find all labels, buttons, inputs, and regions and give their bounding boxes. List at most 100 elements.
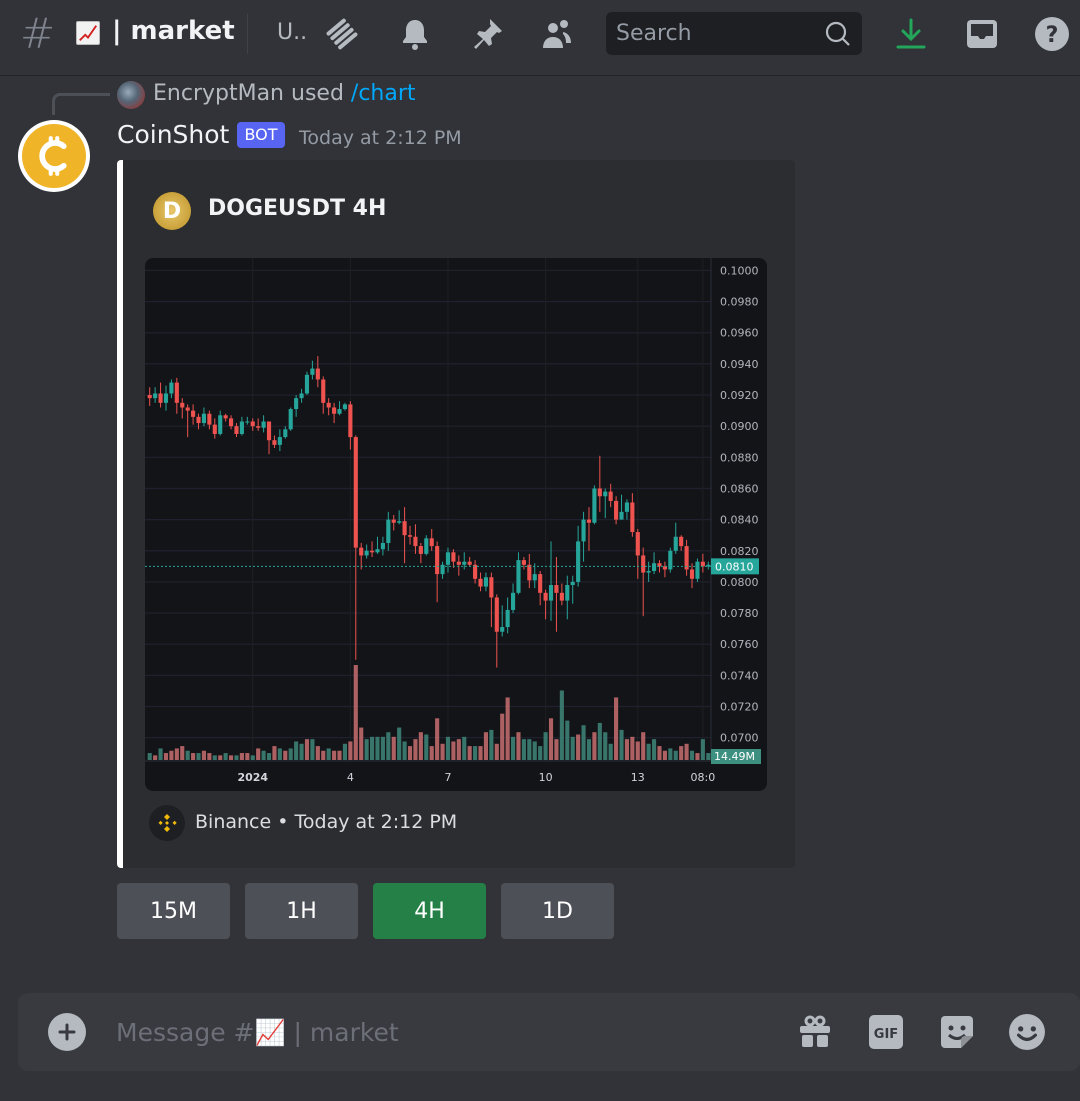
volume-bar [651,739,657,760]
slash-command-link[interactable]: /chart [351,81,416,106]
inbox-icon[interactable] [962,14,1002,54]
volume-bar [250,755,255,760]
volume-bar [239,753,244,760]
candle-body [581,519,586,542]
volume-bar [570,736,575,760]
x-tick-label: 4 [347,771,354,784]
volume-bar [689,750,695,760]
candle-body [369,550,375,553]
coinshot-avatar[interactable] [18,120,90,192]
candle-body [266,421,272,441]
candle-body [500,627,505,632]
volume-bar [234,755,239,760]
candle-body [191,410,196,417]
footer-separator: • [277,811,289,833]
candle-body [516,560,521,593]
author-name[interactable]: CoinShot [117,120,229,149]
volume-bar [635,741,640,760]
header-divider [247,14,248,54]
candle-body [467,561,472,565]
chart-increasing-emoji-icon [76,21,100,45]
pin-icon[interactable] [467,14,507,54]
embed-title: DOGEUSDT 4H [208,196,387,221]
volume-bar [261,750,266,760]
svg-text:?: ? [1046,23,1059,48]
reply-username[interactable]: EncryptMan [153,81,284,106]
volume-bar [158,748,163,760]
volume-bar [700,739,705,760]
search-box[interactable] [606,12,862,55]
candle-body [212,424,217,434]
volume-bar [673,750,678,760]
volume-bar [483,732,489,760]
volume-bar [359,727,364,760]
command-reply-context: EncryptMan used /chart [153,81,416,106]
candle-body [386,519,391,543]
volume-bar [505,697,510,760]
gift-icon[interactable] [796,1013,834,1051]
candle-body [592,488,597,523]
volume-bar [364,739,369,760]
interval-1d-button[interactable]: 1D [501,883,614,939]
candlestick-chart[interactable]: 0.1000 0.0980 0.0960 0.0940 0.0920 0.0900 0.08… [145,258,767,791]
help-icon[interactable]: ? [1032,14,1072,54]
volume-bar [657,746,662,760]
svg-text:GIF: GIF [874,1027,898,1042]
bot-badge: BOT [237,122,285,148]
download-icon[interactable] [891,14,931,54]
hashtag-icon: # [20,9,56,58]
volume-bar [353,665,358,760]
members-icon[interactable] [537,14,577,54]
candle-body [576,541,581,582]
volume-bar [304,739,310,760]
volume-bar [624,739,630,760]
candle-body [185,407,190,411]
candle-body [527,564,532,581]
message-input[interactable] [116,993,766,1071]
footer-source: Binance [195,811,272,833]
candle-body [679,536,684,547]
volume-bar [153,755,158,760]
candle-body [608,491,613,501]
volume-bar [321,750,326,760]
search-input[interactable] [616,12,816,55]
sticker-icon[interactable] [938,1013,976,1051]
candle-body [418,546,423,554]
volume-bar [147,753,152,760]
candle-body [174,382,179,403]
threads-icon[interactable] [322,14,362,54]
volume-bar [679,746,684,760]
candle-body [695,561,700,579]
volume-bar [684,743,689,760]
volume-bar [543,732,548,760]
candle-body [375,549,380,553]
candle-body [624,502,630,512]
candle-body [478,578,483,587]
emoji-icon[interactable] [1008,1013,1046,1051]
volume-bar [407,746,413,760]
volume-bar [191,753,196,760]
volume-bar [641,732,646,760]
interval-15m-button[interactable]: 15M [117,883,230,939]
candle-body [532,574,537,581]
candle-body [538,574,543,593]
volume-bar [223,753,228,760]
candle-body [180,402,185,408]
volume-bar [548,718,554,760]
volume-bar [445,736,451,760]
candle-body [245,421,250,423]
bell-icon[interactable] [395,14,435,54]
interval-4h-button[interactable]: 4H [373,883,486,939]
gif-icon[interactable]: GIF [867,1013,905,1051]
volume-bar [283,750,288,760]
interval-1h-button[interactable]: 1H [245,883,358,939]
channel-name: | market [112,16,235,46]
attach-plus-icon[interactable] [48,1013,86,1051]
coin-c-icon [39,136,67,176]
channel-topic[interactable]: U.. [277,20,307,45]
encryptman-avatar[interactable] [117,81,145,109]
volume-bar [332,750,337,760]
y-tick-label: 0.0940 [720,358,759,371]
candle-body [402,521,407,536]
candle-body [234,426,239,434]
